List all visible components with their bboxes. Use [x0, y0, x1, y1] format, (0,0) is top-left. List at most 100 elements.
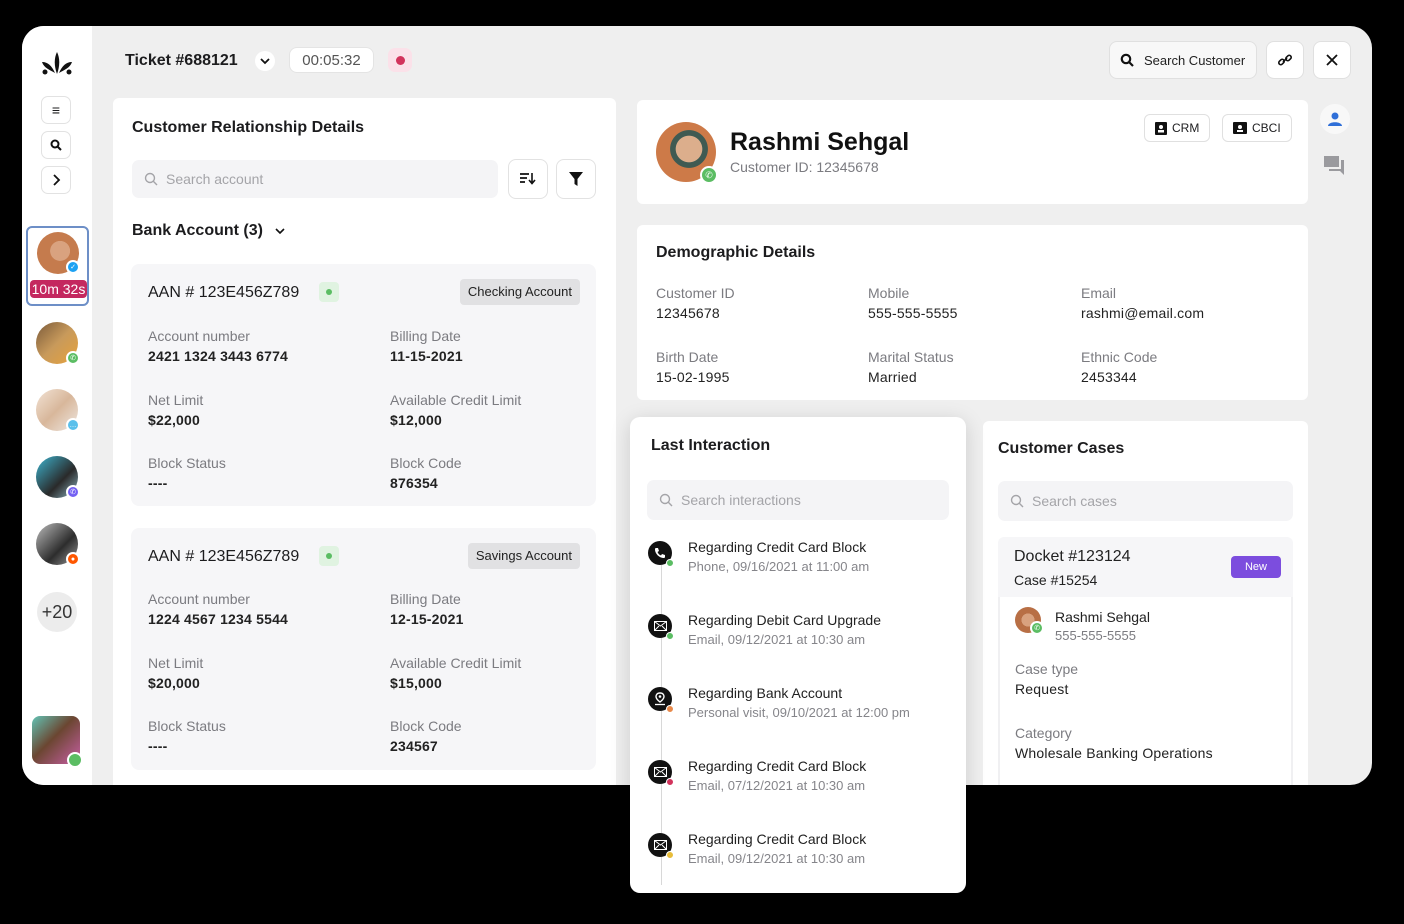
case-card[interactable]: Docket #123124 Case #15254 New ✆ Rashmi … [998, 537, 1293, 785]
search-interactions-placeholder: Search interactions [681, 492, 801, 508]
contact-card-icon [1155, 121, 1167, 135]
account-card[interactable]: AAN # 123E456Z789 Checking Account Accou… [131, 264, 596, 506]
field-billing-date: Billing Date 12-15-2021 [390, 591, 464, 627]
status-dot [666, 559, 674, 567]
search-cases-input[interactable]: Search cases [998, 481, 1293, 521]
interaction-subtitle: Phone, 09/16/2021 at 11:00 am [688, 559, 870, 574]
phone-icon: ✆ [66, 351, 80, 365]
active-status-indicator [319, 546, 339, 566]
record-button[interactable] [388, 48, 412, 72]
search-customer-button[interactable]: Search Customer [1109, 41, 1257, 79]
interaction-title: Regarding Debit Card Upgrade [688, 612, 881, 628]
conversations-tab[interactable] [1324, 156, 1346, 181]
search-customer-label: Search Customer [1144, 52, 1246, 68]
customer-profile-tab[interactable] [1320, 104, 1350, 134]
active-conversation[interactable]: ✓ 10m 32s [26, 226, 89, 306]
interaction-title: Regarding Credit Card Block [688, 539, 867, 555]
link-icon [1277, 54, 1293, 66]
search-icon [50, 139, 62, 151]
search-account-input[interactable]: Search account [132, 160, 498, 198]
viber-icon: ✆ [66, 485, 80, 499]
interaction-subtitle: Email, 07/12/2021 at 10:30 am [688, 778, 866, 793]
twitter-icon: ✓ [66, 260, 80, 274]
search-interactions-input[interactable]: Search interactions [647, 480, 949, 520]
person-icon [1328, 112, 1342, 126]
sort-icon [520, 173, 536, 185]
chevron-down-icon [260, 57, 270, 64]
hamburger-icon: ≡ [51, 102, 61, 118]
demo-birth-date: Birth Date 15-02-1995 [656, 349, 730, 385]
field-billing-date: Billing Date 11-15-2021 [390, 328, 463, 364]
last-interaction-panel: Last Interaction Search interactions Reg… [630, 417, 966, 893]
ticket-title: Ticket #688121 [125, 52, 238, 69]
case-type: Case type Request [1015, 661, 1079, 697]
close-icon [1326, 54, 1338, 66]
crm-label: CRM [1172, 121, 1200, 135]
interaction-subtitle: Personal visit, 09/10/2021 at 12:00 pm [688, 705, 910, 720]
bank-account-group-toggle[interactable]: Bank Account (3) [132, 222, 285, 240]
account-aan: AAN # 123E456Z789 [148, 284, 300, 301]
more-contacts-button[interactable]: +20 [37, 592, 77, 632]
conversation-timer: 10m 32s [30, 280, 87, 298]
field-account-number: Account number 2421 1324 3443 6774 [148, 328, 289, 364]
record-icon [395, 55, 405, 65]
field-block-code: Block Code 234567 [390, 718, 462, 754]
phone-icon: ✆ [1030, 621, 1044, 635]
chevron-right-icon [53, 174, 61, 186]
status-dot [666, 632, 674, 640]
contact-card-icon [1233, 122, 1247, 134]
phone-icon: ✆ [700, 166, 718, 184]
search-icon [144, 172, 158, 186]
left-rail: ≡ ✓ 10m 32s ✆ … ✆ ● +20 [22, 26, 92, 785]
case-status-badge: New [1231, 556, 1281, 578]
online-status-icon [67, 752, 83, 768]
field-available-credit: Available Credit Limit $12,000 [390, 392, 522, 428]
search-icon [659, 493, 673, 507]
filter-button[interactable] [556, 159, 596, 199]
ticket-dropdown-button[interactable] [255, 51, 275, 71]
reddit-icon: ● [66, 552, 80, 566]
section-title: Demographic Details [656, 244, 816, 261]
search-account-placeholder: Search account [166, 171, 264, 187]
demo-customer-id: Customer ID 12345678 [656, 285, 735, 321]
filter-icon [569, 172, 583, 186]
sort-button[interactable] [508, 159, 548, 199]
status-dot [666, 778, 674, 786]
demo-mobile: Mobile 555-555-5555 [868, 285, 958, 321]
close-button[interactable] [1313, 41, 1351, 79]
customer-relationship-panel: Customer Relationship Details Search acc… [113, 98, 616, 785]
field-block-status: Block Status ---- [148, 455, 226, 491]
customer-header: ✆ Rashmi Sehgal Customer ID: 12345678 CR… [637, 100, 1308, 204]
menu-button[interactable]: ≡ [41, 96, 71, 124]
call-timer: 00:05:32 [289, 47, 374, 73]
docket-number: Docket #123124 [1014, 548, 1131, 565]
field-net-limit: Net Limit $20,000 [148, 655, 204, 691]
case-number: Case #15254 [1014, 572, 1098, 588]
customer-name: Rashmi Sehgal [730, 128, 910, 156]
chat-icon: … [66, 418, 80, 432]
expand-button[interactable] [41, 166, 71, 194]
field-block-code: Block Code 876354 [390, 455, 462, 491]
interaction-title: Regarding Credit Card Block [688, 831, 867, 847]
crm-button[interactable]: CRM [1144, 114, 1211, 142]
section-title: Customer Cases [998, 440, 1125, 457]
field-account-number: Account number 1224 4567 1234 5544 [148, 591, 289, 627]
interaction-title: Regarding Bank Account [688, 685, 843, 701]
chevron-down-icon [275, 227, 285, 234]
rail-search-button[interactable] [41, 131, 71, 159]
search-icon [1010, 494, 1024, 508]
case-category: Category Wholesale Banking Operations [1015, 725, 1213, 761]
demo-marital-status: Marital Status Married [868, 349, 954, 385]
demo-ethnic-code: Ethnic Code 2453344 [1081, 349, 1158, 385]
search-cases-placeholder: Search cases [1032, 493, 1117, 509]
account-type-badge: Checking Account [459, 279, 580, 305]
account-card[interactable]: AAN # 123E456Z789 Savings Account Accoun… [131, 528, 596, 770]
cbci-label: CBCI [1252, 121, 1281, 135]
field-net-limit: Net Limit $22,000 [148, 392, 204, 428]
panel-title: Customer Relationship Details [132, 119, 365, 136]
search-icon [1120, 53, 1134, 67]
case-details: ✆ Rashmi Sehgal 555-555-5555 Case type Re… [998, 597, 1293, 785]
link-button[interactable] [1266, 41, 1304, 79]
account-type-badge: Savings Account [467, 543, 580, 569]
cbci-button[interactable]: CBCI [1222, 114, 1292, 142]
